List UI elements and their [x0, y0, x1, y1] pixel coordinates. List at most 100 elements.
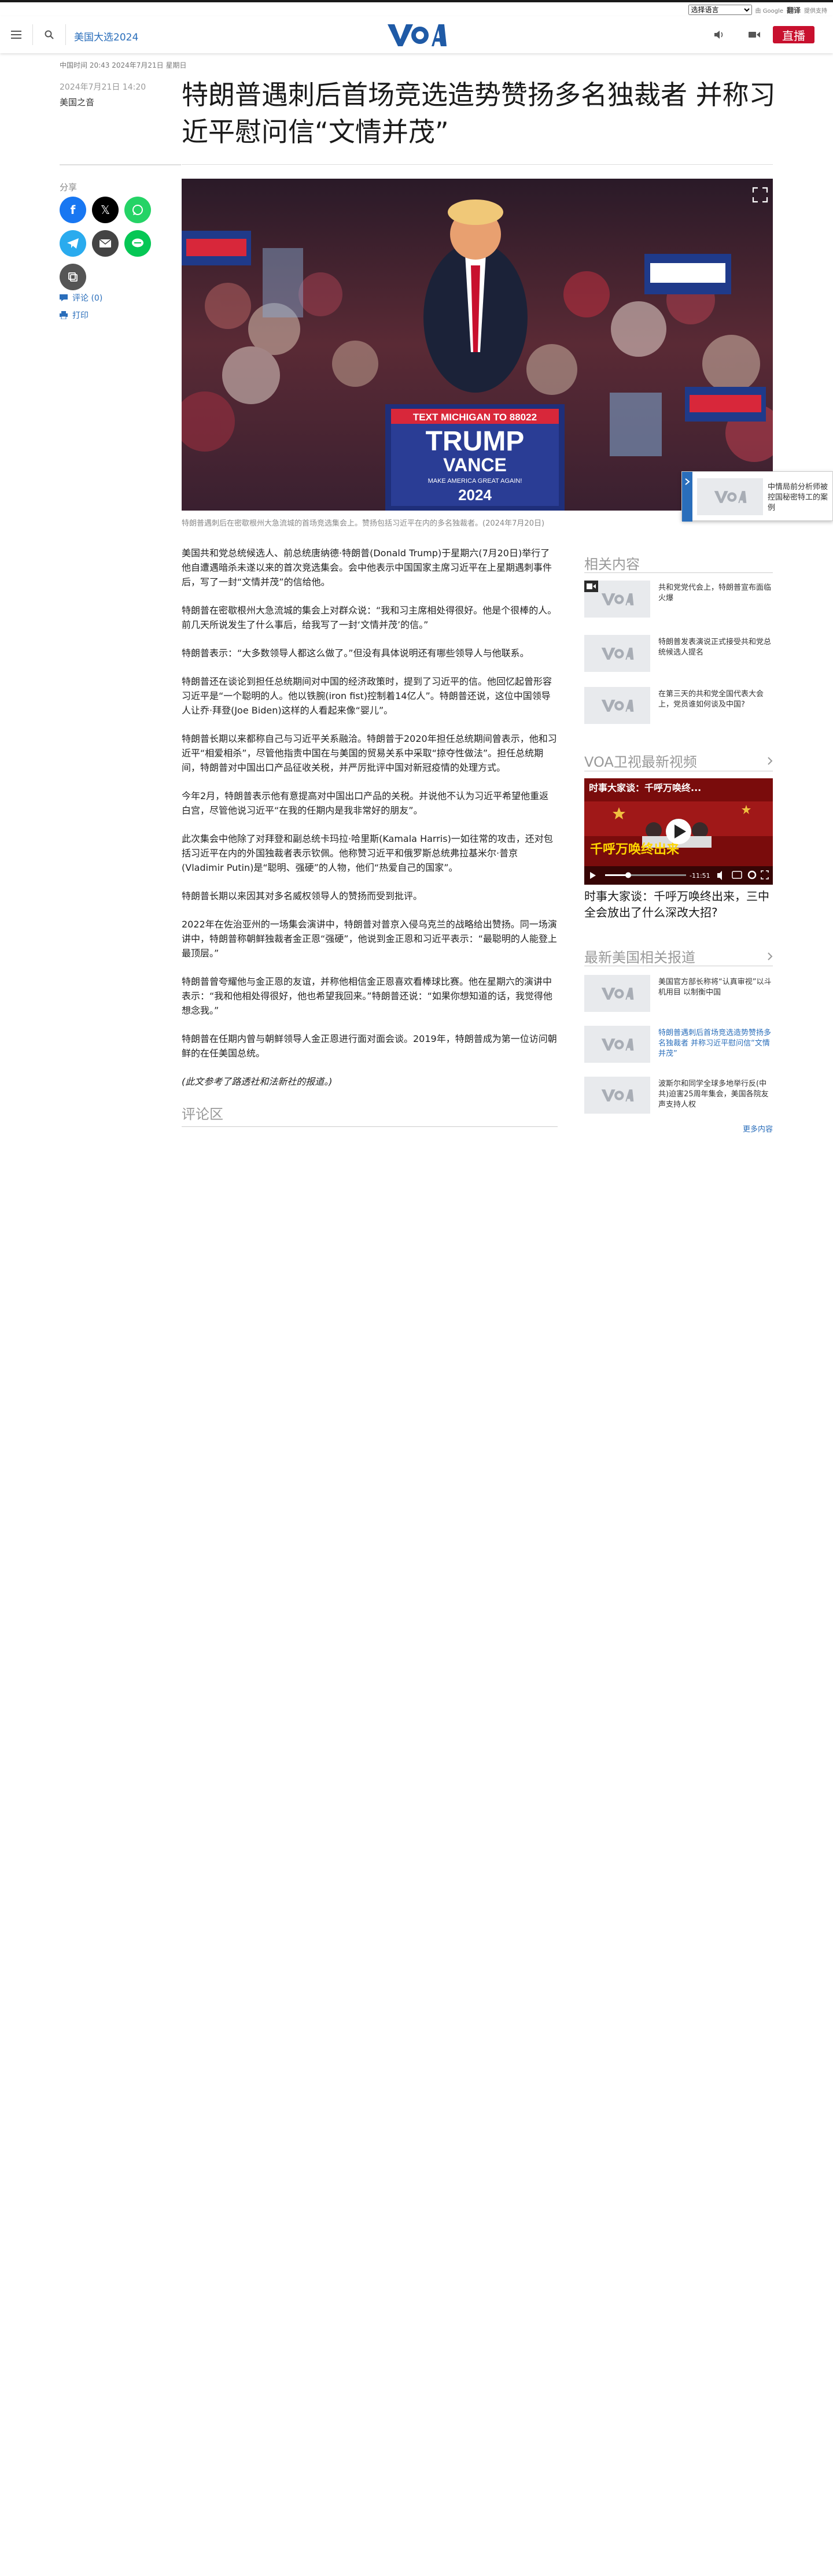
article-body: 美国共和党总统候选人、前总统唐纳德·特朗普(Donald Trump)于星期六(…: [182, 546, 558, 1103]
video-banner-text: 千呼万唤终出来: [590, 842, 680, 857]
chevron-right-icon: [768, 756, 773, 765]
header-divider: [65, 24, 66, 45]
copy-link-button[interactable]: [60, 264, 86, 290]
line-icon: [132, 238, 143, 247]
whatsapp-icon: [132, 205, 143, 215]
voa-placeholder-logo: [601, 1038, 634, 1051]
sign-name-vance: VANCE: [443, 454, 507, 475]
divider: [182, 164, 773, 165]
related-item[interactable]: 特朗普发表演说正式接受共和党总统候选人提名: [584, 635, 773, 672]
related-item-title: 在第三天的共和党全国代表大会上，党员谁如何谈及中国?: [658, 690, 764, 709]
telegram-icon: [67, 238, 79, 249]
chevron-right-icon: [685, 478, 690, 485]
float-card-title: 中情局前分析师被控国秘密特工的案例: [768, 483, 828, 512]
body-paragraph: 特朗普长期以来因其对多名威权领导人的赞扬而受到批评。: [182, 890, 423, 901]
latest-us-item[interactable]: 波斯尔和同学全球多地举行反(中共)迫害25周年集会，美国各院友声支持人权: [584, 1077, 773, 1114]
video-title[interactable]: 时事大家谈：千呼万唤终出来，三中全会放出了什么深改大招?: [584, 888, 773, 921]
comment-icon: [60, 294, 68, 301]
voa-placeholder-logo: [714, 491, 747, 503]
live-button[interactable]: 直播: [773, 26, 814, 43]
video-frame: 时事大家谈：千呼万唤终... 千呼万唤终出来 -11:51: [584, 778, 773, 885]
sign-year: 2024: [458, 486, 492, 504]
voa-logo[interactable]: [386, 22, 447, 47]
sign-name-trump: TRUMP: [426, 426, 525, 457]
share-buttons: f 𝕏: [60, 197, 164, 290]
float-card-tab[interactable]: [682, 472, 692, 522]
telegram-share-button[interactable]: [60, 230, 86, 257]
latest-us-item-title: 特朗普遇刺后首场竞选造势赞扬多名独裁者 并称习近平慰问信“文情并茂”: [658, 1029, 772, 1058]
menu-icon: [11, 31, 21, 39]
section-link[interactable]: 美国大选2024: [74, 29, 138, 43]
author[interactable]: 美国之音: [60, 96, 181, 108]
facebook-icon: f: [70, 203, 76, 217]
site-header: 美国大选2024 直播: [0, 16, 833, 53]
latest-us-thumbnail: [584, 975, 650, 1012]
hero-image: TEXT MICHIGAN TO 88022 TRUMP VANCE MAKE …: [182, 179, 773, 511]
related-item-title: 共和党党代会上，特朗普宣布面临火爆: [658, 583, 772, 603]
divider: [182, 1126, 558, 1127]
comments-heading: 评论区: [182, 1106, 223, 1122]
video-overlay-title: 时事大家谈：千呼万唤终...: [589, 782, 701, 793]
latest-us-thumbnail: [584, 1077, 650, 1114]
sign-slogan: MAKE AMERICA GREAT AGAIN!: [428, 478, 522, 485]
menu-button[interactable]: [0, 16, 32, 53]
publish-date: 2024年7月21日 14:20: [60, 83, 146, 92]
source-note: (此文参考了路透社和法新社的报道。): [182, 1076, 333, 1087]
latest-us-item-title: 波斯尔和同学全球多地举行反(中共)迫害25周年集会，美国各院友声支持人权: [658, 1080, 769, 1109]
copy-icon: [68, 272, 78, 282]
related-item[interactable]: 在第三天的共和党全国代表大会上，党员谁如何谈及中国?: [584, 687, 773, 724]
video-time: -11:51: [690, 872, 710, 879]
video-camera-icon: [584, 581, 598, 592]
body-paragraph: 特朗普表示：“大多数领导人都这么做了。”但没有具体说明还有哪些领导人与他联系。: [182, 648, 529, 659]
body-paragraph: 特朗普还在谈论到担任总统期间对中国的经济政策时，提到了习近平的信。他回忆起曾形容…: [182, 676, 552, 716]
voa-placeholder-logo: [601, 988, 634, 1000]
body-paragraph: 今年2月，特朗普表示他有意提高对中国出口产品的关税。并说他不认为习近平希望他重返…: [182, 790, 549, 816]
video-section-heading-label: VOA卫视最新视频: [584, 754, 697, 770]
comments-link[interactable]: 评论 (0): [60, 292, 102, 304]
facebook-share-button[interactable]: f: [60, 197, 86, 223]
latest-us-item-title: 美国官方部长称将“认真审视”以斗机用目 以制衡中国: [658, 978, 772, 997]
audio-button[interactable]: [702, 16, 737, 53]
body-paragraph: 此次集会中他除了对拜登和副总统卡玛拉·哈里斯(Kamala Harris)一如往…: [182, 833, 553, 873]
volume-icon: [714, 31, 723, 39]
whatsapp-share-button[interactable]: [124, 197, 151, 223]
video-player[interactable]: 时事大家谈：千呼万唤终... 千呼万唤终出来 -11:51: [584, 778, 773, 885]
latest-us-item[interactable]: 美国官方部长称将“认真审视”以斗机用目 以制衡中国: [584, 975, 773, 1012]
sign-text-line: TEXT MICHIGAN TO 88022: [413, 412, 537, 423]
comments-link-label: 评论 (0): [72, 294, 103, 303]
language-select[interactable]: 选择语言: [688, 5, 752, 15]
voa-placeholder-logo: [601, 648, 634, 660]
video-camera-icon: [749, 32, 760, 38]
line-share-button[interactable]: [124, 230, 151, 257]
related-item[interactable]: 共和党党代会上，特朗普宣布面临火爆: [584, 581, 773, 618]
float-card-thumbnail: [697, 478, 763, 515]
video-section-heading[interactable]: VOA卫视最新视频: [584, 751, 773, 771]
body-paragraph: 特朗普长期以来都称自己与习近平关系融洽。特朗普于2020年担任总统期间曾表示，他…: [182, 733, 557, 773]
email-share-button[interactable]: [92, 230, 119, 257]
print-link-label: 打印: [72, 311, 89, 320]
search-button[interactable]: [33, 16, 65, 53]
latest-us-heading[interactable]: 最新美国相关报道: [584, 946, 773, 966]
floating-story-card[interactable]: 中情局前分析师被控国秘密特工的案例: [681, 471, 833, 522]
body-paragraph: 美国共和党总统候选人、前总统唐纳德·特朗普(Donald Trump)于星期六(…: [182, 548, 552, 587]
latest-us-thumbnail: [584, 1026, 650, 1063]
body-paragraph: 2022年在佐治亚州的一场集会演讲中，特朗普对普京入侵乌克兰的战略给出赞扬。同一…: [182, 919, 557, 959]
dateline: 中国时间 20:43 2024年7月21日 星期日: [60, 61, 187, 69]
search-icon: [45, 30, 54, 39]
x-share-button[interactable]: 𝕏: [92, 197, 119, 223]
article-title: 特朗普遇刺后首场竞选造势赞扬多名独裁者 并称习近平慰问信“文情并茂”: [182, 79, 776, 147]
latest-us-item[interactable]: 特朗普遇刺后首场竞选造势赞扬多名独裁者 并称习近平慰问信“文情并茂”: [584, 1026, 773, 1063]
play-icon[interactable]: [666, 819, 691, 844]
rally-photo: TEXT MICHIGAN TO 88022 TRUMP VANCE MAKE …: [182, 179, 773, 511]
more-link[interactable]: 更多内容: [743, 1123, 773, 1134]
related-item-title: 特朗普发表演说正式接受共和党总统候选人提名: [658, 638, 772, 657]
voa-placeholder-logo: [601, 700, 634, 712]
related-heading-label: 相关内容: [584, 556, 640, 572]
share-label: 分享: [60, 182, 78, 193]
related-heading: 相关内容: [584, 553, 773, 573]
print-link[interactable]: 打印: [60, 309, 89, 321]
related-thumbnail: [584, 581, 650, 618]
related-thumbnail: [584, 687, 650, 724]
video-button[interactable]: [738, 16, 771, 53]
body-paragraph: 特朗普在任期内曾与朝鲜领导人金正恩进行面对面会谈。2019年，特朗普成为第一位访…: [182, 1033, 557, 1059]
